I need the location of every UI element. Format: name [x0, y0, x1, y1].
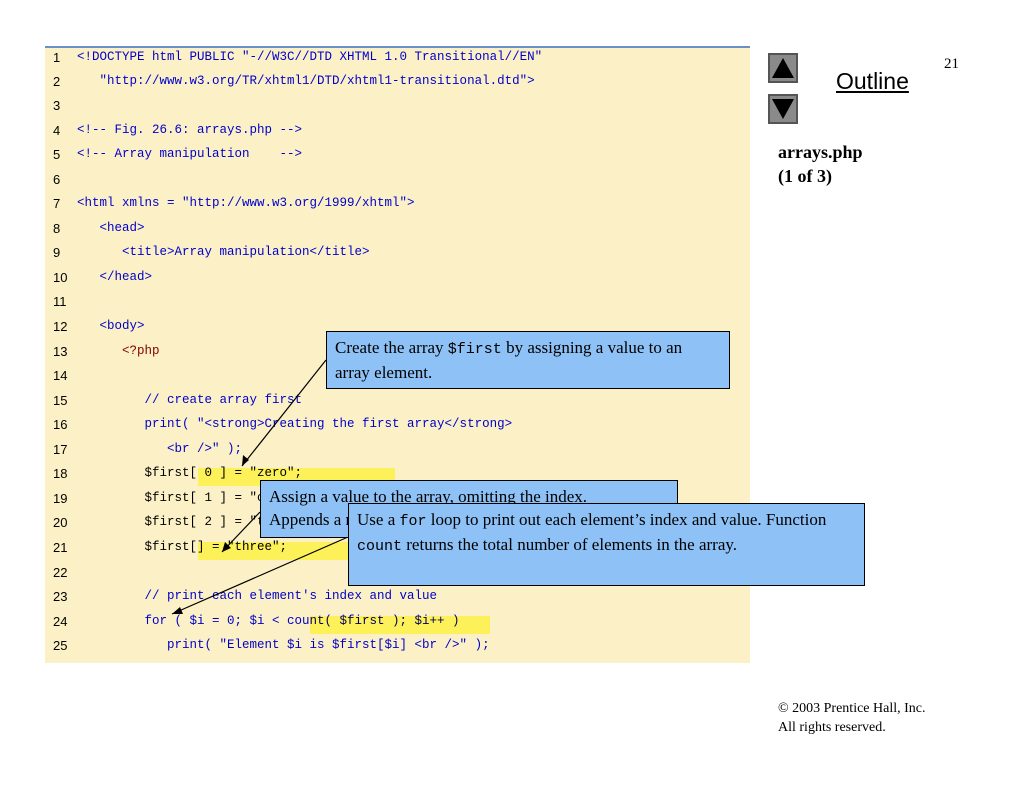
- arrow-for-loop: [171, 536, 349, 615]
- copyright-line-1: © 2003 Prentice Hall, Inc.: [778, 701, 926, 716]
- copyright-line-2: All rights reserved.: [778, 720, 886, 735]
- callout-for-loop: Use a for loop to print out each element…: [348, 503, 865, 586]
- callout-create-array: Create the array $first by assigning a v…: [326, 331, 730, 389]
- copyright: © 2003 Prentice Hall, Inc. All rights re…: [778, 699, 926, 737]
- callout-arrows: [171, 359, 349, 615]
- arrow-create-array: [241, 359, 327, 467]
